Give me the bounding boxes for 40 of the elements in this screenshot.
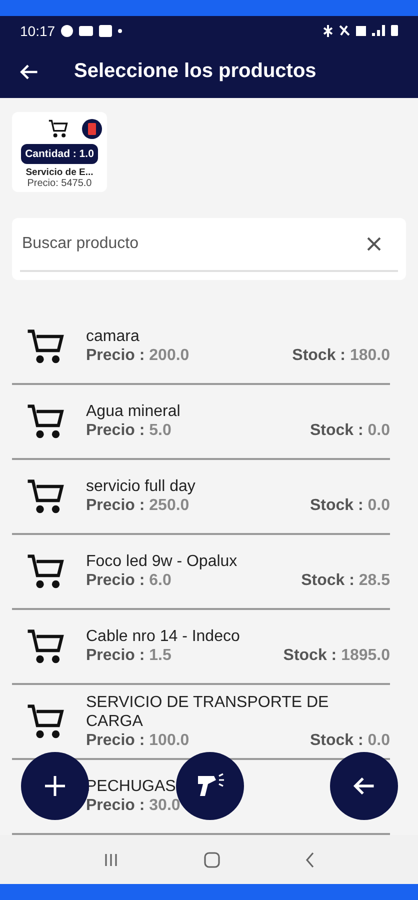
close-icon[interactable] (366, 236, 382, 252)
cart-item-price: Precio: 5475.0 (27, 178, 92, 189)
search-field[interactable]: Buscar producto (20, 234, 366, 254)
stock-text: Stock : 180.0 (292, 346, 390, 366)
home-icon[interactable] (204, 852, 220, 868)
bluetooth-icon (323, 24, 333, 36)
dot-icon (118, 28, 122, 32)
stock-text: Stock : 0.0 (310, 730, 390, 750)
battery-icon (391, 25, 398, 36)
toolbar-title: Seleccione los productos (74, 60, 316, 83)
stock-text: Stock : 0.0 (310, 496, 390, 516)
price-text: Precio : 250.0 (86, 496, 190, 516)
notification-icon (61, 24, 74, 36)
stock-text: Stock : 28.5 (301, 571, 390, 591)
stock-text: Stock : 1895.0 (283, 646, 390, 666)
search-bar[interactable]: Buscar producto (12, 218, 406, 280)
product-name: camara (86, 327, 140, 346)
recent-apps-icon[interactable] (102, 852, 119, 866)
trash-icon (88, 123, 96, 135)
price-text: Precio : 30.0 (86, 796, 180, 816)
price-text: Precio : 6.0 (86, 571, 172, 591)
cart-icon (48, 118, 70, 140)
stock-text: Stock : 0.0 (310, 421, 390, 441)
signal-icon (372, 25, 385, 36)
price-text: Precio : 200.0 (86, 346, 190, 366)
product-name: servicio full day (86, 477, 196, 496)
plus-icon (43, 774, 67, 798)
cart-item-card[interactable]: Cantidad : 1.0 Servicio de E... Precio: 5475.0 (12, 112, 107, 192)
back-icon[interactable] (305, 852, 316, 868)
status-time: 10:17 (20, 22, 56, 38)
product-name: Agua mineral (86, 402, 180, 421)
delete-button[interactable] (82, 119, 102, 139)
quantity-label: Cantidad : 1.0 (21, 144, 98, 164)
cart-item-name: Servicio de E... (26, 167, 94, 178)
price-text: Precio : 1.5 (86, 646, 172, 666)
product-name: Cable nro 14 - Indeco (86, 627, 240, 646)
product-name: SERVICIO DE TRANSPORTE DE CARGA (86, 692, 330, 730)
price-text: Precio : 5.0 (86, 421, 172, 441)
product-name: Foco led 9w - Opalux (86, 552, 238, 571)
price-text: Precio : 100.0 (86, 730, 190, 750)
